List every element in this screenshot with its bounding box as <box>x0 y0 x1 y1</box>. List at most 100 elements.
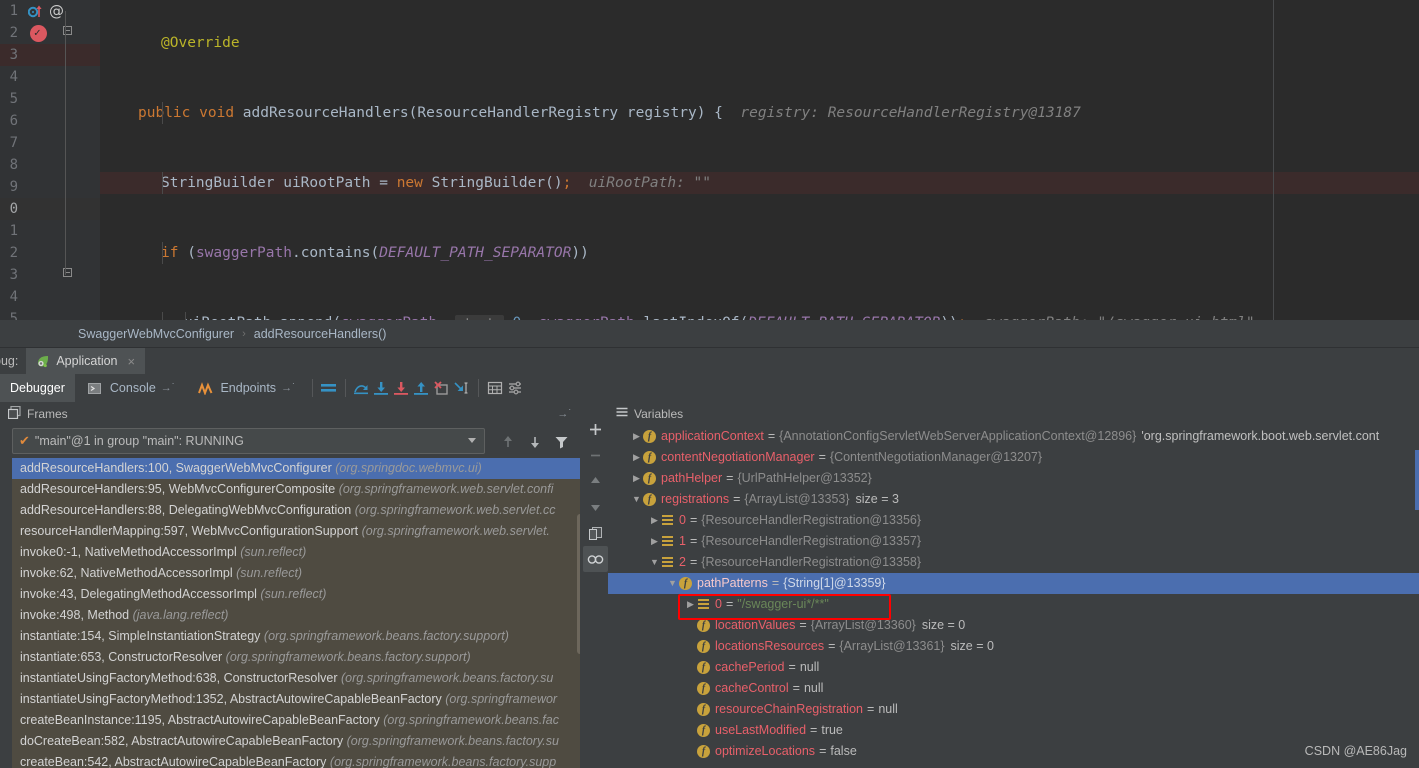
move-down-icon[interactable] <box>583 494 608 520</box>
annotation-gutter-icon[interactable]: @ <box>49 2 64 20</box>
thread-selector[interactable]: ✔ "main"@1 in group "main": RUNNING <box>12 428 485 454</box>
frame-row[interactable]: instantiate:653, ConstructorResolver (or… <box>12 647 580 668</box>
fold-region-line <box>65 11 66 275</box>
gutter-line: 4 <box>0 286 100 308</box>
step-into-icon[interactable] <box>372 378 392 398</box>
variable-row[interactable]: ▼ f registrations = {ArrayList@13353} si… <box>608 489 1419 510</box>
step-out-icon[interactable] <box>412 378 432 398</box>
pin-icon[interactable]: →˙ <box>281 382 296 394</box>
variable-row[interactable]: ▶ 0 = {ResourceHandlerRegistration@13356… <box>608 510 1419 531</box>
variable-row[interactable]: f resourceChainRegistration = null <box>608 699 1419 720</box>
variable-row[interactable]: f optimizeLocations = false <box>608 741 1419 762</box>
debug-tool-window-header: bug: Application × <box>0 347 1419 375</box>
variable-name: 0 <box>679 513 686 527</box>
frame-row[interactable]: addResourceHandlers:88, DelegatingWebMvc… <box>12 500 580 521</box>
remove-watch-icon[interactable] <box>583 442 608 468</box>
debugger-toolbar[interactable]: Debugger Console →˙ Endpoints →˙ <box>0 374 1419 402</box>
frame-row[interactable]: instantiate:154, SimpleInstantiationStra… <box>12 626 580 647</box>
frames-list[interactable]: addResourceHandlers:100, SwaggerWebMvcCo… <box>12 458 580 768</box>
step-over-icon[interactable] <box>352 378 372 398</box>
variable-row[interactable]: ▼ 2 = {ResourceHandlerRegistration@13358… <box>608 552 1419 573</box>
variables-side-toolbar[interactable] <box>583 402 608 768</box>
collapse-caret-icon[interactable]: ▼ <box>666 573 679 594</box>
variable-row[interactable]: ▶ f applicationContext = {AnnotationConf… <box>608 426 1419 447</box>
move-up-icon[interactable] <box>583 468 608 494</box>
collapse-caret-icon[interactable]: ▼ <box>648 552 661 573</box>
frame-row[interactable]: createBean:542, AbstractAutowireCapableB… <box>12 752 580 768</box>
frames-panel[interactable]: Frames →˙ ✔ "main"@1 in group "main": RU… <box>0 402 580 768</box>
frame-row[interactable]: invoke:62, NativeMethodAccessorImpl (sun… <box>12 563 580 584</box>
frame-package: (org.springframework.web.servlet.cc <box>354 503 556 517</box>
frame-row[interactable]: createBeanInstance:1195, AbstractAutowir… <box>12 710 580 731</box>
variable-row[interactable]: f locationValues = {ArrayList@13360} siz… <box>608 615 1419 636</box>
frames-scrollbar[interactable] <box>577 514 580 654</box>
override-method-icon[interactable] <box>27 3 44 19</box>
frame-row[interactable]: invoke:43, DelegatingMethodAccessorImpl … <box>12 584 580 605</box>
chevron-down-icon[interactable] <box>468 438 476 443</box>
tab-debugger-label: Debugger <box>10 381 65 395</box>
breadcrumb-class[interactable]: SwaggerWebMvcConfigurer <box>78 327 234 341</box>
variable-row[interactable]: ▶ 1 = {ResourceHandlerRegistration@13357… <box>608 531 1419 552</box>
variable-row[interactable]: ▶ f pathHelper = {UrlPathHelper@13352} <box>608 468 1419 489</box>
add-watch-icon[interactable] <box>583 416 608 442</box>
expand-caret-icon[interactable]: ▶ <box>630 426 643 447</box>
breadcrumb-method[interactable]: addResourceHandlers() <box>254 327 387 341</box>
inline-value-hint: uiRootPath: "" <box>588 175 712 191</box>
variable-row[interactable]: f locationsResources = {ArrayList@13361}… <box>608 636 1419 657</box>
collapse-caret-icon[interactable]: ▼ <box>630 489 643 510</box>
variable-name: locationsResources <box>715 639 825 653</box>
run-to-cursor-icon[interactable] <box>452 378 472 398</box>
variable-row-selected[interactable]: ▼ f pathPatterns = {String[1]@13359} <box>608 573 1419 594</box>
gutter-line: 4 <box>0 66 100 88</box>
close-icon[interactable]: × <box>128 354 136 369</box>
editor-gutter[interactable]: 1 2 3 4 5 6 7 8 9 0 1 2 3 4 5 @ ✓ <box>0 0 100 320</box>
code-editor[interactable]: 1 2 3 4 5 6 7 8 9 0 1 2 3 4 5 @ ✓ @Overr… <box>0 0 1419 320</box>
frame-row[interactable]: invoke:498, Method (java.lang.reflect) <box>12 605 580 626</box>
expand-caret-icon[interactable]: ▶ <box>630 447 643 468</box>
variables-scrollbar[interactable] <box>1415 450 1419 510</box>
layout-icon[interactable] <box>319 378 339 398</box>
frame-row[interactable]: resourceHandlerMapping:597, WebMvcConfig… <box>12 521 580 542</box>
expand-caret-icon[interactable]: ▶ <box>630 468 643 489</box>
copy-value-icon[interactable] <box>583 520 608 546</box>
frame-row-selected[interactable]: addResourceHandlers:100, SwaggerWebMvcCo… <box>12 458 580 479</box>
variable-row[interactable]: ▶ f contentNegotiationManager = {Content… <box>608 447 1419 468</box>
variable-row[interactable]: f useLastModified = true <box>608 720 1419 741</box>
variable-size: size = 3 <box>855 492 899 506</box>
variable-row[interactable]: f cachePeriod = null <box>608 657 1419 678</box>
filter-icon[interactable] <box>549 429 574 455</box>
force-step-into-icon[interactable] <box>392 378 412 398</box>
pin-icon[interactable]: →˙ <box>161 382 176 394</box>
settings-icon[interactable] <box>505 378 525 398</box>
frame-method: instantiate:653, ConstructorResolver <box>20 650 223 664</box>
fold-expand-icon[interactable] <box>61 264 73 286</box>
tab-debugger[interactable]: Debugger <box>0 374 75 402</box>
frame-row[interactable]: instantiateUsingFactoryMethod:1352, Abst… <box>12 689 580 710</box>
evaluate-expression-icon[interactable] <box>485 378 505 398</box>
drop-frame-icon[interactable] <box>432 378 452 398</box>
run-configuration-tab[interactable]: Application × <box>26 347 146 375</box>
tab-console[interactable]: Console →˙ <box>75 374 186 402</box>
expand-caret-icon[interactable]: ▶ <box>648 531 661 552</box>
frame-row[interactable]: addResourceHandlers:95, WebMvcConfigurer… <box>12 479 580 500</box>
variable-row[interactable]: f cacheControl = null <box>608 678 1419 699</box>
watches-icon[interactable] <box>583 546 608 572</box>
variables-panel[interactable]: Variables ▶ f applicationContext = {Anno… <box>608 402 1419 768</box>
tab-endpoints[interactable]: Endpoints →˙ <box>185 374 305 402</box>
frame-row[interactable]: doCreateBean:582, AbstractAutowireCapabl… <box>12 731 580 752</box>
breadcrumb[interactable]: SwaggerWebMvcConfigurer › addResourceHan… <box>0 320 1419 347</box>
pin-icon[interactable]: →˙ <box>557 408 572 420</box>
breakpoint-icon[interactable]: ✓ <box>30 25 47 42</box>
variables-tree[interactable]: ▶ f applicationContext = {AnnotationConf… <box>608 426 1419 768</box>
array-element-icon <box>661 514 674 527</box>
frame-up-icon[interactable] <box>495 429 520 455</box>
expand-caret-icon[interactable]: ▶ <box>648 510 661 531</box>
annotation-token: @Override <box>161 35 240 51</box>
frame-row[interactable]: instantiateUsingFactoryMethod:638, Const… <box>12 668 580 689</box>
expand-caret-icon[interactable]: ▶ <box>684 594 697 615</box>
fold-collapse-icon[interactable] <box>61 22 73 44</box>
frame-row[interactable]: invoke0:-1, NativeMethodAccessorImpl (su… <box>12 542 580 563</box>
frame-down-icon[interactable] <box>522 429 547 455</box>
variable-row-highlighted[interactable]: ▶ 0 = "/swagger-ui*/**" <box>608 594 1419 615</box>
code-area[interactable]: @Override public void addResourceHandler… <box>100 0 1419 320</box>
